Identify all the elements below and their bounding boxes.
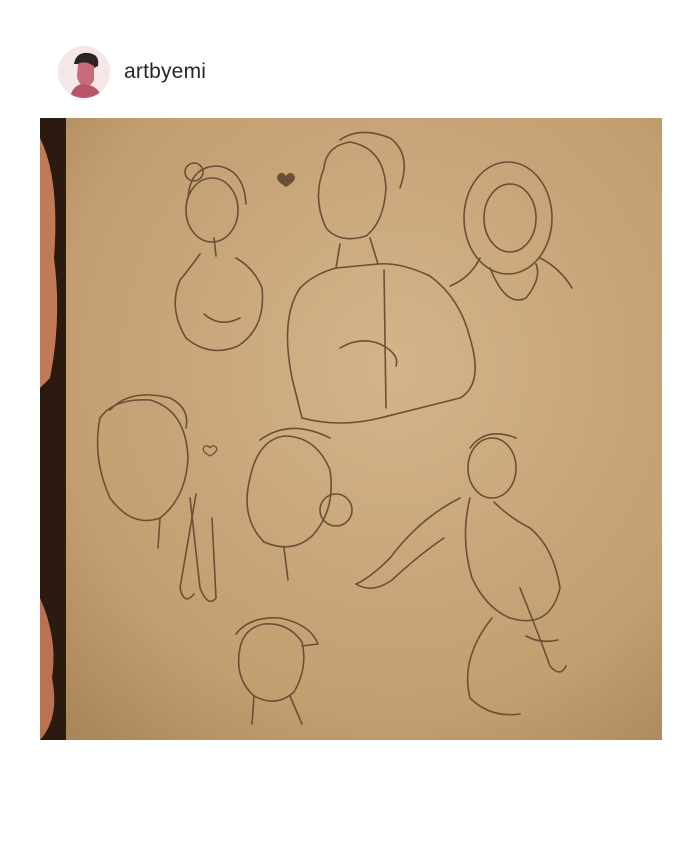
username-label[interactable]: artbyemi xyxy=(124,60,206,84)
profile-avatar-icon[interactable] xyxy=(58,46,110,98)
post-header: artbyemi xyxy=(0,0,700,118)
post-image[interactable] xyxy=(40,118,662,740)
sketch-page-image xyxy=(40,118,662,740)
post-footer xyxy=(40,742,662,847)
